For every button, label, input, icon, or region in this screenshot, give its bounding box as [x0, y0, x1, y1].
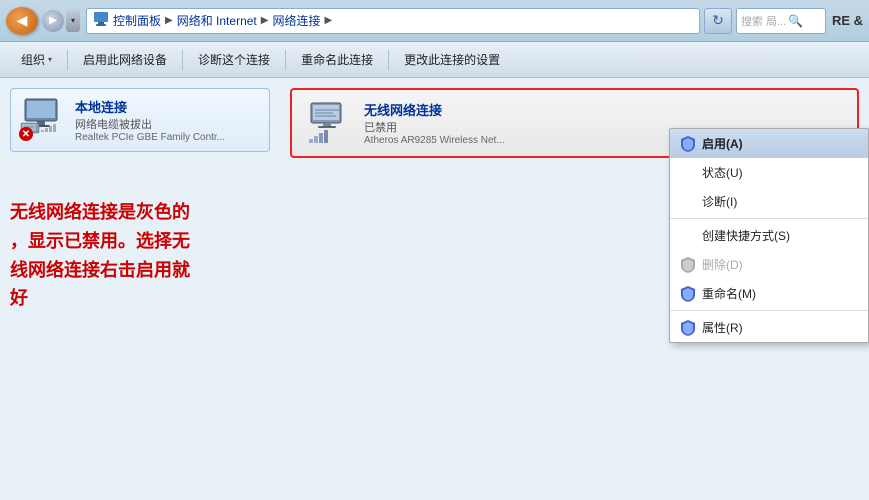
- breadcrumb-sep-1: ▶: [165, 15, 173, 26]
- left-panel: ✕ 本地连接 网络电缆被拔出 Realtek PCIe GBE Family C…: [0, 78, 280, 500]
- shield-delete-icon: [680, 257, 696, 273]
- toolbar-separator-3: [285, 50, 286, 70]
- rename-button[interactable]: 重命名此连接: [290, 46, 384, 74]
- toolbar-separator-4: [388, 50, 389, 70]
- ctx-separator-1: [670, 218, 868, 219]
- ctx-delete-label: 删除(D): [702, 256, 743, 273]
- main-content: ✕ 本地连接 网络电缆被拔出 Realtek PCIe GBE Family C…: [0, 78, 869, 500]
- ctx-create-shortcut[interactable]: 创建快捷方式(S): [670, 221, 868, 250]
- forward-button[interactable]: ▶: [42, 10, 64, 32]
- right-panel: 无线网络连接 已禁用 Atheros AR9285 Wireless Net..…: [280, 78, 869, 500]
- ctx-diagnose-label: 诊断(I): [702, 193, 737, 210]
- change-settings-button[interactable]: 更改此连接的设置: [393, 46, 511, 74]
- breadcrumb-sep-2: ▶: [261, 15, 269, 26]
- toolbar-separator-2: [182, 50, 183, 70]
- ctx-shortcut-icon: [680, 228, 696, 244]
- diagnose-button[interactable]: 诊断这个连接: [187, 46, 281, 74]
- breadcrumb: 控制面板 ▶ 网络和 Internet ▶ 网络连接 ▶: [86, 8, 700, 34]
- wireless-icon-wrap: [302, 100, 354, 146]
- refresh-button[interactable]: ↻: [704, 8, 732, 34]
- ctx-enable[interactable]: 启用(A): [670, 129, 868, 158]
- breadcrumb-part-1[interactable]: 控制面板: [113, 12, 161, 29]
- breadcrumb-icon: [93, 11, 109, 30]
- organize-arrow: ▾: [48, 55, 52, 64]
- search-placeholder: 搜索 局...: [741, 13, 786, 29]
- wireless-conn-name: 无线网络连接: [364, 100, 847, 119]
- ctx-properties-label: 属性(R): [702, 319, 743, 336]
- ctx-shortcut-label: 创建快捷方式(S): [702, 227, 790, 244]
- error-badge: ✕: [19, 127, 33, 141]
- ctx-diagnose[interactable]: 诊断(I): [670, 187, 868, 216]
- shield-properties-icon: [680, 320, 696, 336]
- toolbar-separator-1: [67, 50, 68, 70]
- ctx-rename[interactable]: 重命名(M): [670, 279, 868, 308]
- local-conn-adapter: Realtek PCIe GBE Family Contr...: [75, 132, 261, 143]
- breadcrumb-part-3[interactable]: 网络连接: [272, 12, 320, 29]
- context-menu: 启用(A) 状态(U) 诊断(I) 创建快捷方式(S): [669, 128, 869, 343]
- search-icon[interactable]: 🔍: [788, 14, 803, 28]
- title-bar: ◀ ▶ ▾ 控制面板 ▶ 网络和 Internet ▶ 网络连接 ▶ ↻ 搜索 …: [0, 0, 869, 42]
- extra-label: RE &: [832, 13, 863, 28]
- search-area[interactable]: 搜索 局... 🔍: [736, 8, 826, 34]
- ctx-rename-label: 重命名(M): [702, 285, 756, 302]
- ctx-separator-2: [670, 310, 868, 311]
- enable-network-button[interactable]: 启用此网络设备: [72, 46, 178, 74]
- toolbar: 组织 ▾ 启用此网络设备 诊断这个连接 重命名此连接 更改此连接的设置: [0, 42, 869, 78]
- ctx-delete[interactable]: 删除(D): [670, 250, 868, 279]
- ctx-status-icon: [680, 165, 696, 181]
- wireless-connection-icon: [303, 101, 353, 145]
- nav-dropdown-button[interactable]: ▾: [66, 10, 80, 32]
- organize-button[interactable]: 组织 ▾: [10, 46, 63, 74]
- shield-rename-icon: [680, 286, 696, 302]
- local-conn-status: 网络电缆被拔出: [75, 116, 261, 132]
- annotation-text: 无线网络连接是灰色的 ，显示已禁用。选择无 线网络连接右击启用就 好: [10, 198, 270, 313]
- back-button[interactable]: ◀: [6, 7, 38, 35]
- ctx-status-label: 状态(U): [702, 164, 743, 181]
- ctx-enable-label: 启用(A): [702, 135, 743, 152]
- ctx-properties[interactable]: 属性(R): [670, 313, 868, 342]
- local-conn-info: 本地连接 网络电缆被拔出 Realtek PCIe GBE Family Con…: [75, 97, 261, 143]
- breadcrumb-sep-3: ▶: [324, 15, 332, 26]
- ctx-status[interactable]: 状态(U): [670, 158, 868, 187]
- ctx-diagnose-icon: [680, 194, 696, 210]
- shield-enable-icon: [680, 136, 696, 152]
- local-conn-name: 本地连接: [75, 97, 261, 116]
- local-connection-item[interactable]: ✕ 本地连接 网络电缆被拔出 Realtek PCIe GBE Family C…: [10, 88, 270, 152]
- local-conn-icon-wrap: ✕: [19, 97, 67, 141]
- breadcrumb-part-2[interactable]: 网络和 Internet: [177, 12, 257, 29]
